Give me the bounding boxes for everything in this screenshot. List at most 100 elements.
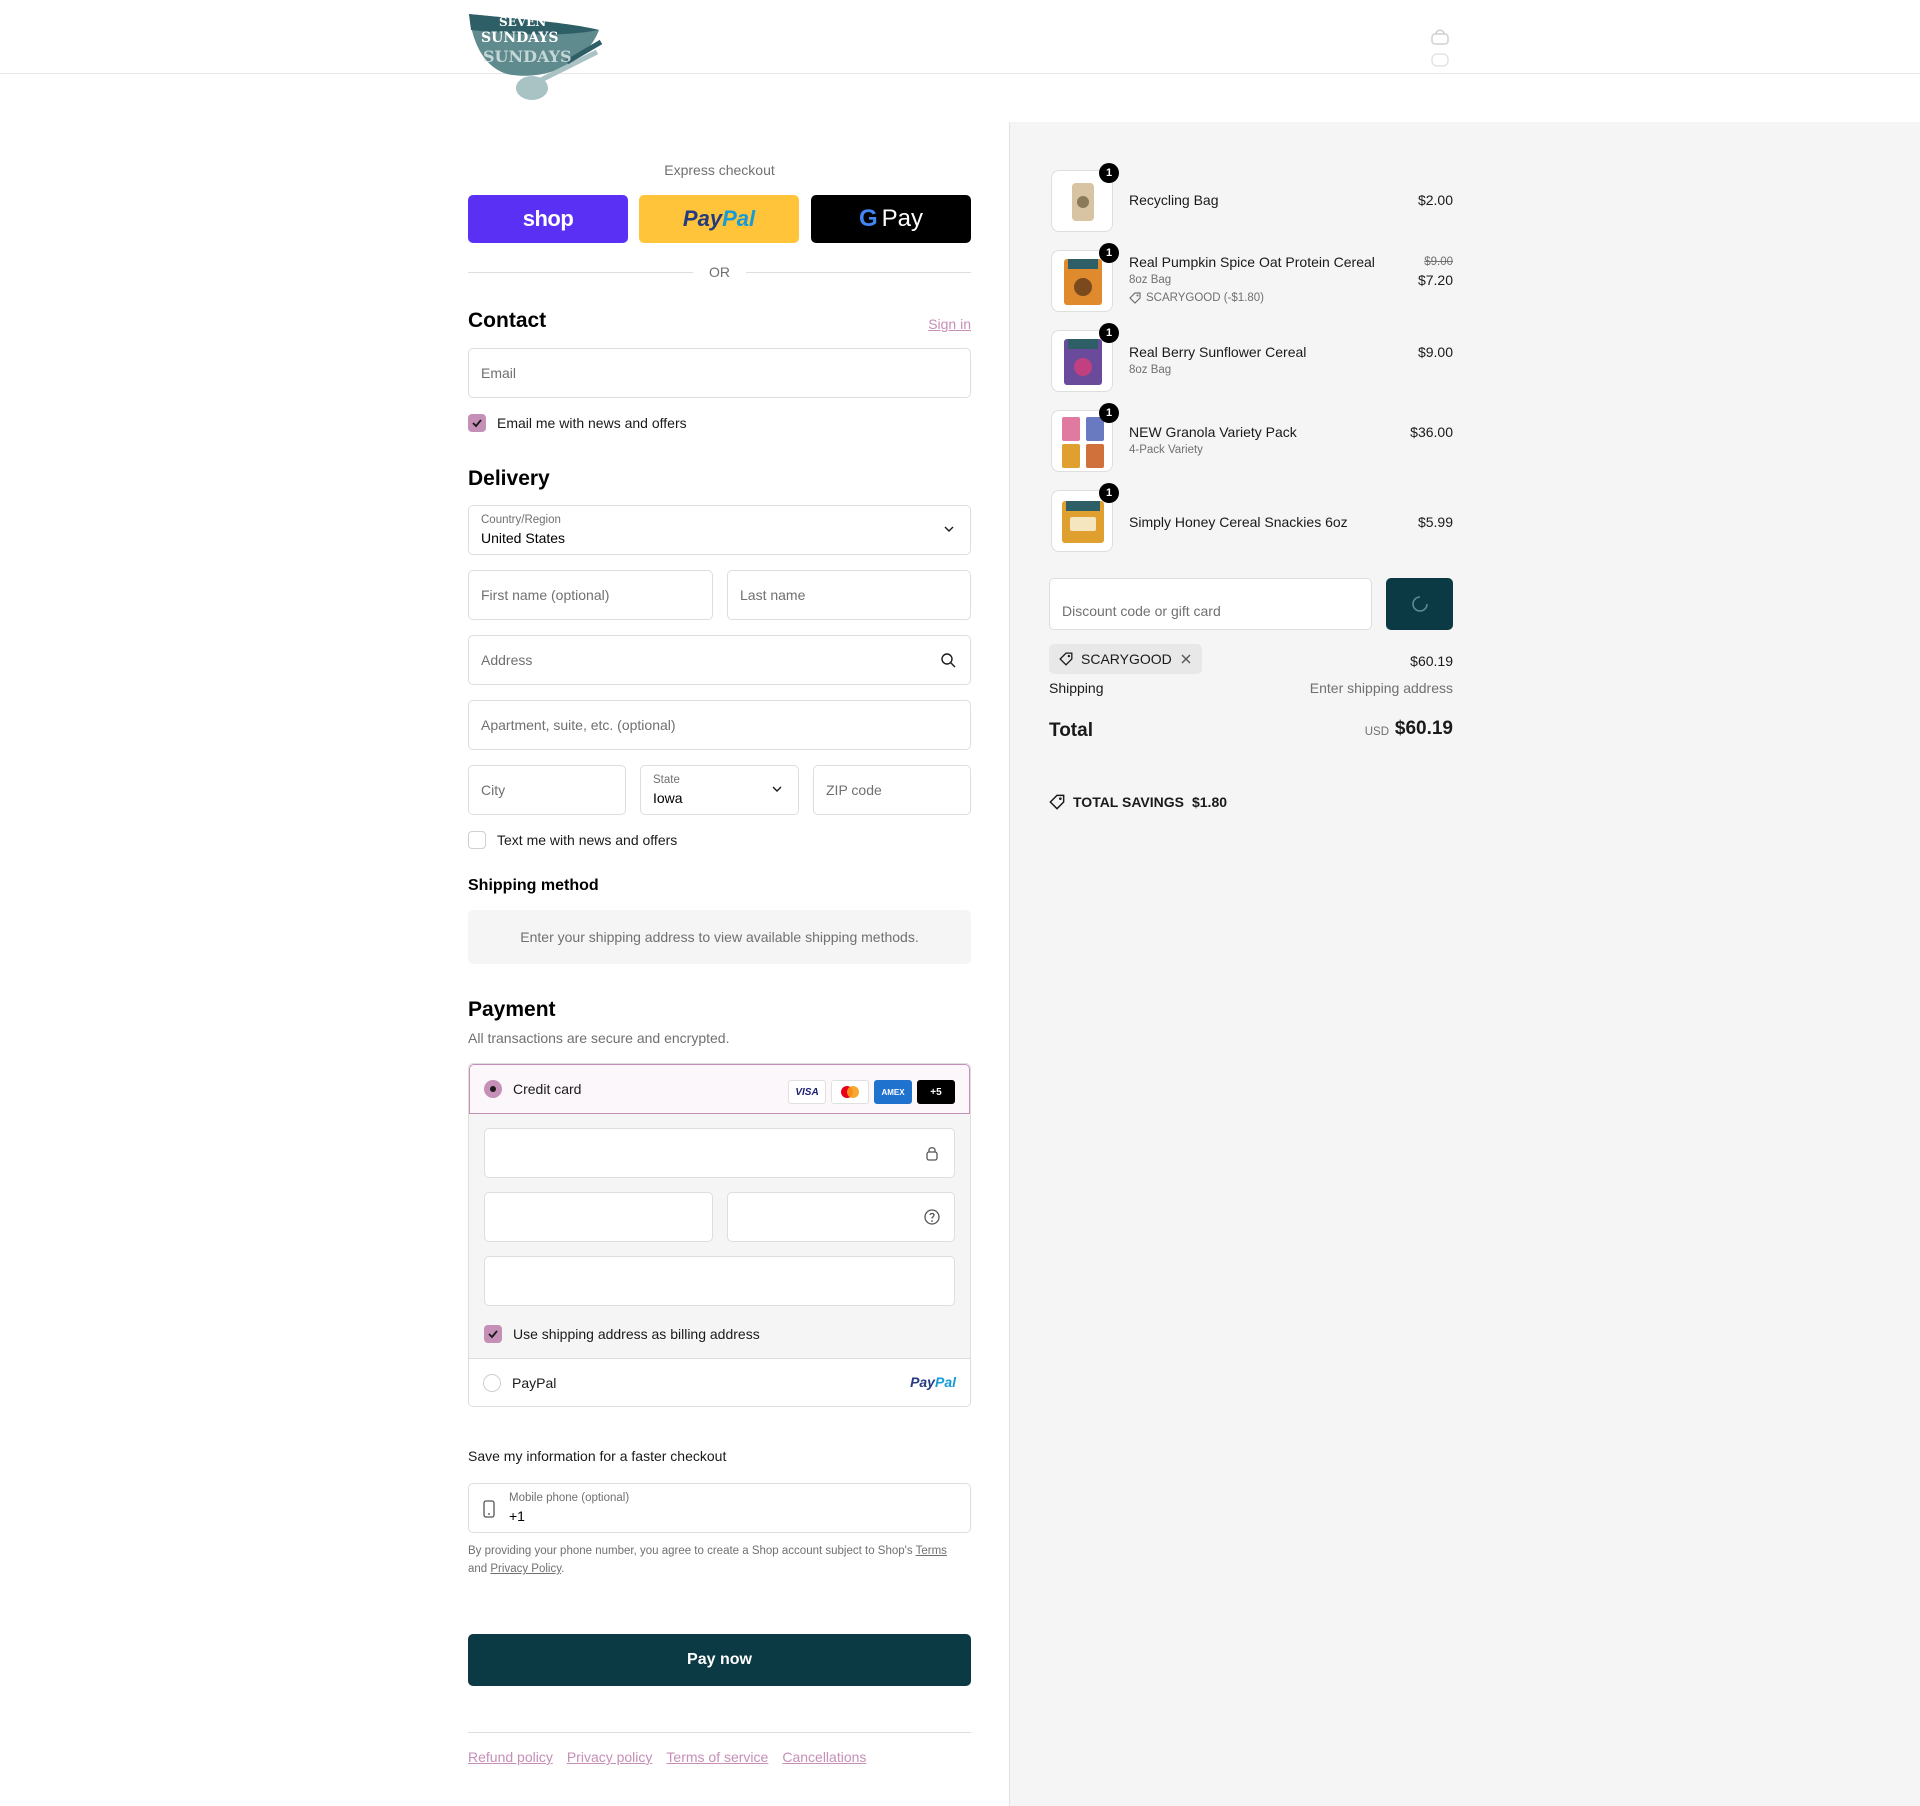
- line-item: 1 Real Pumpkin Spice Oat Protein Cereal …: [1049, 243, 1453, 314]
- amex-icon: AMEX: [874, 1080, 912, 1104]
- last-name-field[interactable]: Last name: [727, 570, 971, 620]
- footer-divider: [468, 1732, 971, 1733]
- item-price: $5.99: [1417, 514, 1453, 530]
- checkbox-checked[interactable]: [484, 1325, 502, 1343]
- terms-of-service-link[interactable]: Terms of service: [666, 1749, 768, 1765]
- line-item: 1 Simply Honey Cereal Snackies 6oz $5.99: [1049, 483, 1453, 554]
- item-name: Real Pumpkin Spice Oat Protein Cereal: [1129, 254, 1375, 270]
- delivery-title: Delivery: [468, 467, 550, 490]
- name-on-card-field[interactable]: [484, 1256, 955, 1306]
- item-name: Real Berry Sunflower Cereal: [1129, 344, 1307, 360]
- item-name: Simply Honey Cereal Snackies 6oz: [1129, 514, 1348, 530]
- apply-discount-button[interactable]: [1386, 578, 1453, 630]
- item-name: NEW Granola Variety Pack: [1129, 424, 1297, 440]
- cancellations-link[interactable]: Cancellations: [782, 1749, 866, 1765]
- google-pay-button[interactable]: G Pay: [811, 195, 971, 243]
- contact-title: Contact: [468, 309, 547, 332]
- google-g-icon: G: [858, 205, 878, 232]
- first-name-field[interactable]: First name (optional): [468, 570, 713, 620]
- chevron-down-icon: [772, 786, 782, 792]
- item-name: Recycling Bag: [1129, 192, 1219, 208]
- mobile-phone-field[interactable]: Mobile phone (optional) +1: [468, 1483, 971, 1533]
- apartment-field[interactable]: Apartment, suite, etc. (optional): [468, 700, 971, 750]
- pay-now-button[interactable]: Pay now: [468, 1634, 971, 1686]
- total-savings: TOTAL SAVINGS $1.80: [1049, 794, 1227, 810]
- zip-field[interactable]: ZIP code: [813, 765, 971, 815]
- save-info-title: Save my information for a faster checkou…: [468, 1448, 727, 1464]
- applied-discount-chip: SCARYGOOD: [1049, 644, 1202, 674]
- item-variant: 8oz Bag: [1129, 274, 1172, 286]
- privacy-policy-link[interactable]: Privacy policy: [567, 1749, 653, 1765]
- quantity-badge: 1: [1099, 323, 1119, 343]
- item-variant: 4-Pack Variety: [1129, 444, 1203, 456]
- more-cards-badge: +5: [917, 1080, 955, 1104]
- shop-terms-link[interactable]: Terms: [916, 1545, 947, 1557]
- item-price: $9.00: [1417, 344, 1453, 360]
- card-number-field[interactable]: [484, 1128, 955, 1178]
- quantity-badge: 1: [1099, 403, 1119, 423]
- payment-subtitle: All transactions are secure and encrypte…: [468, 1030, 730, 1046]
- tag-icon: [1129, 292, 1141, 304]
- paypal-option[interactable]: PayPal PayPal: [469, 1358, 970, 1406]
- checkbox-unchecked[interactable]: [468, 831, 486, 849]
- close-icon[interactable]: [1180, 653, 1192, 665]
- payment-title: Payment: [468, 998, 556, 1021]
- seven-sundays-logo[interactable]: SEVEN SUNDAYS SUNDAYS: [467, 12, 603, 104]
- payment-methods: Credit card VISA AMEX +5 Use shipping ad…: [468, 1063, 971, 1407]
- city-field[interactable]: City: [468, 765, 626, 815]
- visa-icon: VISA: [788, 1080, 826, 1104]
- header: SEVEN SUNDAYS SUNDAYS: [0, 0, 1920, 100]
- phone-consent-note: By providing your phone number, you agre…: [468, 1545, 947, 1575]
- expiration-date-field[interactable]: [484, 1192, 713, 1242]
- help-circle-icon[interactable]: [924, 1209, 940, 1225]
- country-select[interactable]: Country/Region United States: [468, 505, 971, 555]
- mobile-phone-icon: [483, 1500, 495, 1518]
- email-field[interactable]: Email: [468, 348, 971, 398]
- svg-text:SEVEN: SEVEN: [499, 15, 546, 29]
- express-checkout-title: Express checkout: [664, 162, 775, 178]
- item-old-price: $9.00: [1424, 256, 1453, 268]
- shipping-row: Shipping Enter shipping address: [1049, 680, 1453, 696]
- cart-icon[interactable]: [1430, 28, 1450, 74]
- billing-same-checkbox[interactable]: Use shipping address as billing address: [484, 1324, 760, 1344]
- line-item: 1 Real Berry Sunflower Cereal 8oz Bag $9…: [1049, 323, 1453, 394]
- sign-in-link[interactable]: Sign in: [928, 316, 971, 332]
- or-divider: OR: [468, 262, 971, 282]
- shop-privacy-link[interactable]: Privacy Policy: [490, 1563, 561, 1575]
- address-field[interactable]: Address: [468, 635, 971, 685]
- shipping-method-title: Shipping method: [468, 877, 599, 894]
- tag-icon: [1049, 794, 1065, 810]
- credit-card-form: Use shipping address as billing address: [469, 1114, 970, 1358]
- radio-selected[interactable]: [484, 1080, 502, 1098]
- checkbox-checked[interactable]: [468, 414, 486, 432]
- credit-card-option[interactable]: Credit card VISA AMEX +5: [469, 1064, 970, 1114]
- item-price: $2.00: [1417, 192, 1453, 208]
- checkout-form-column: Express checkout shop Pay Pal G Pay OR Con…: [0, 122, 1009, 1806]
- tag-icon: [1059, 652, 1073, 666]
- card-brand-logos: VISA AMEX +5: [788, 1080, 955, 1104]
- loading-spinner-icon: [1411, 596, 1428, 612]
- radio-unselected[interactable]: [483, 1374, 501, 1392]
- svg-text:SUNDAYS: SUNDAYS: [483, 47, 572, 66]
- shop-pay-button[interactable]: shop: [468, 195, 628, 243]
- item-variant: 8oz Bag: [1129, 364, 1172, 376]
- item-price: $7.20: [1417, 272, 1453, 288]
- line-item: 1 NEW Granola Variety Pack 4-Pack Variet…: [1049, 403, 1453, 474]
- item-price: $36.00: [1410, 424, 1453, 440]
- text-optin-checkbox[interactable]: Text me with news and offers: [468, 830, 677, 850]
- security-code-field[interactable]: [727, 1192, 955, 1242]
- lock-icon: [926, 1147, 938, 1161]
- item-discount: SCARYGOOD (-$1.80): [1129, 292, 1264, 304]
- svg-text:SUNDAYS: SUNDAYS: [481, 30, 559, 46]
- quantity-badge: 1: [1099, 483, 1119, 503]
- state-select[interactable]: State Iowa: [640, 765, 799, 815]
- paypal-express-button[interactable]: Pay Pal: [639, 195, 799, 243]
- email-optin-checkbox[interactable]: Email me with news and offers: [468, 413, 687, 433]
- refund-policy-link[interactable]: Refund policy: [468, 1749, 553, 1765]
- discount-code-field[interactable]: Discount code or gift card: [1049, 578, 1372, 630]
- order-summary-column: 1 Recycling Bag $2.00 1 Real Pumpkin Spi…: [1009, 122, 1920, 1806]
- shipping-method-note: Enter your shipping address to view avai…: [468, 910, 971, 964]
- mastercard-icon: [831, 1080, 869, 1104]
- footer-links: Refund policy Privacy policy Terms of se…: [468, 1749, 866, 1765]
- paypal-logo: PayPal: [910, 1374, 956, 1390]
